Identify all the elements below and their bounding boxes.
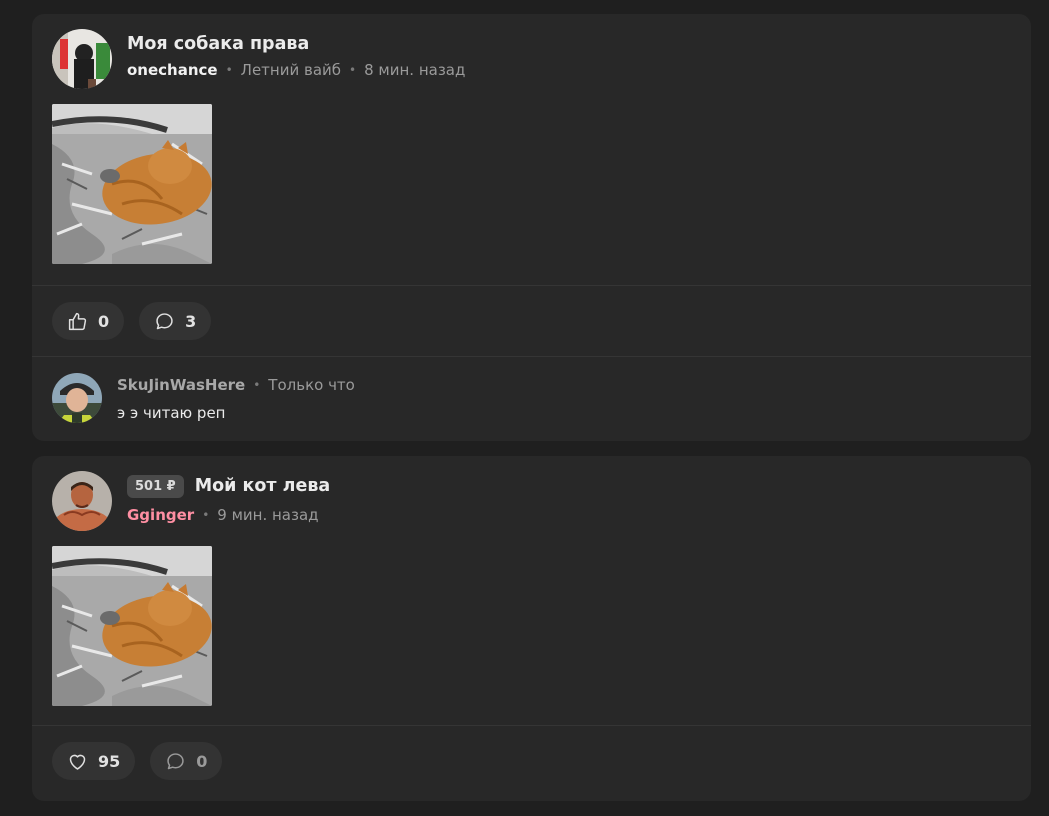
author-name[interactable]: onechance — [127, 61, 218, 79]
comment-text: э э читаю реп — [117, 404, 226, 422]
post-actions: 95 0 — [32, 726, 1031, 796]
author-name[interactable]: Gginger — [127, 506, 194, 524]
commenter-avatar[interactable] — [52, 373, 102, 423]
post-time: 8 мин. назад — [364, 61, 466, 79]
top-comment: SkuJinWasHere • Только что э э читаю реп — [32, 357, 1031, 439]
comment-count: 3 — [185, 311, 197, 331]
community-name[interactable]: Летний вайб — [241, 61, 341, 79]
separator-dot: • — [349, 63, 357, 77]
post-time: 9 мин. назад — [217, 506, 319, 524]
comment-icon — [167, 752, 184, 769]
thumbs-up-icon — [68, 312, 87, 330]
post-actions: 0 3 — [32, 286, 1031, 356]
comments-button[interactable]: 0 — [150, 742, 223, 780]
commenter-name[interactable]: SkuJinWasHere — [117, 376, 245, 394]
post-image[interactable] — [52, 546, 212, 706]
price-badge: 501 ₽ — [127, 474, 184, 498]
post-title[interactable]: Мой кот лева — [195, 476, 331, 496]
like-button[interactable]: 95 — [52, 742, 136, 780]
post-header: Моя собака права onechance • Летний вайб… — [32, 14, 1031, 89]
comment-count: 0 — [196, 751, 208, 771]
like-button[interactable]: 0 — [52, 302, 125, 340]
author-avatar[interactable] — [52, 471, 112, 531]
separator-dot: • — [253, 378, 261, 392]
comments-button[interactable]: 3 — [139, 302, 212, 340]
comment-icon — [156, 312, 173, 329]
author-avatar[interactable] — [52, 29, 112, 89]
like-count: 95 — [98, 751, 121, 771]
separator-dot: • — [225, 63, 233, 77]
post-image[interactable] — [52, 104, 212, 264]
heart-icon — [69, 754, 86, 770]
post-title[interactable]: Моя собака права — [127, 34, 309, 54]
post-card: 501 ₽ Мой кот лева Gginger • 9 мин. наза… — [32, 456, 1031, 801]
post-header: 501 ₽ Мой кот лева Gginger • 9 мин. наза… — [32, 456, 1031, 531]
like-count: 0 — [98, 311, 110, 331]
comment-time: Только что — [268, 376, 355, 394]
post-card: Моя собака права onechance • Летний вайб… — [32, 14, 1031, 441]
separator-dot: • — [202, 508, 210, 522]
feed: Моя собака права onechance • Летний вайб… — [32, 14, 1031, 816]
